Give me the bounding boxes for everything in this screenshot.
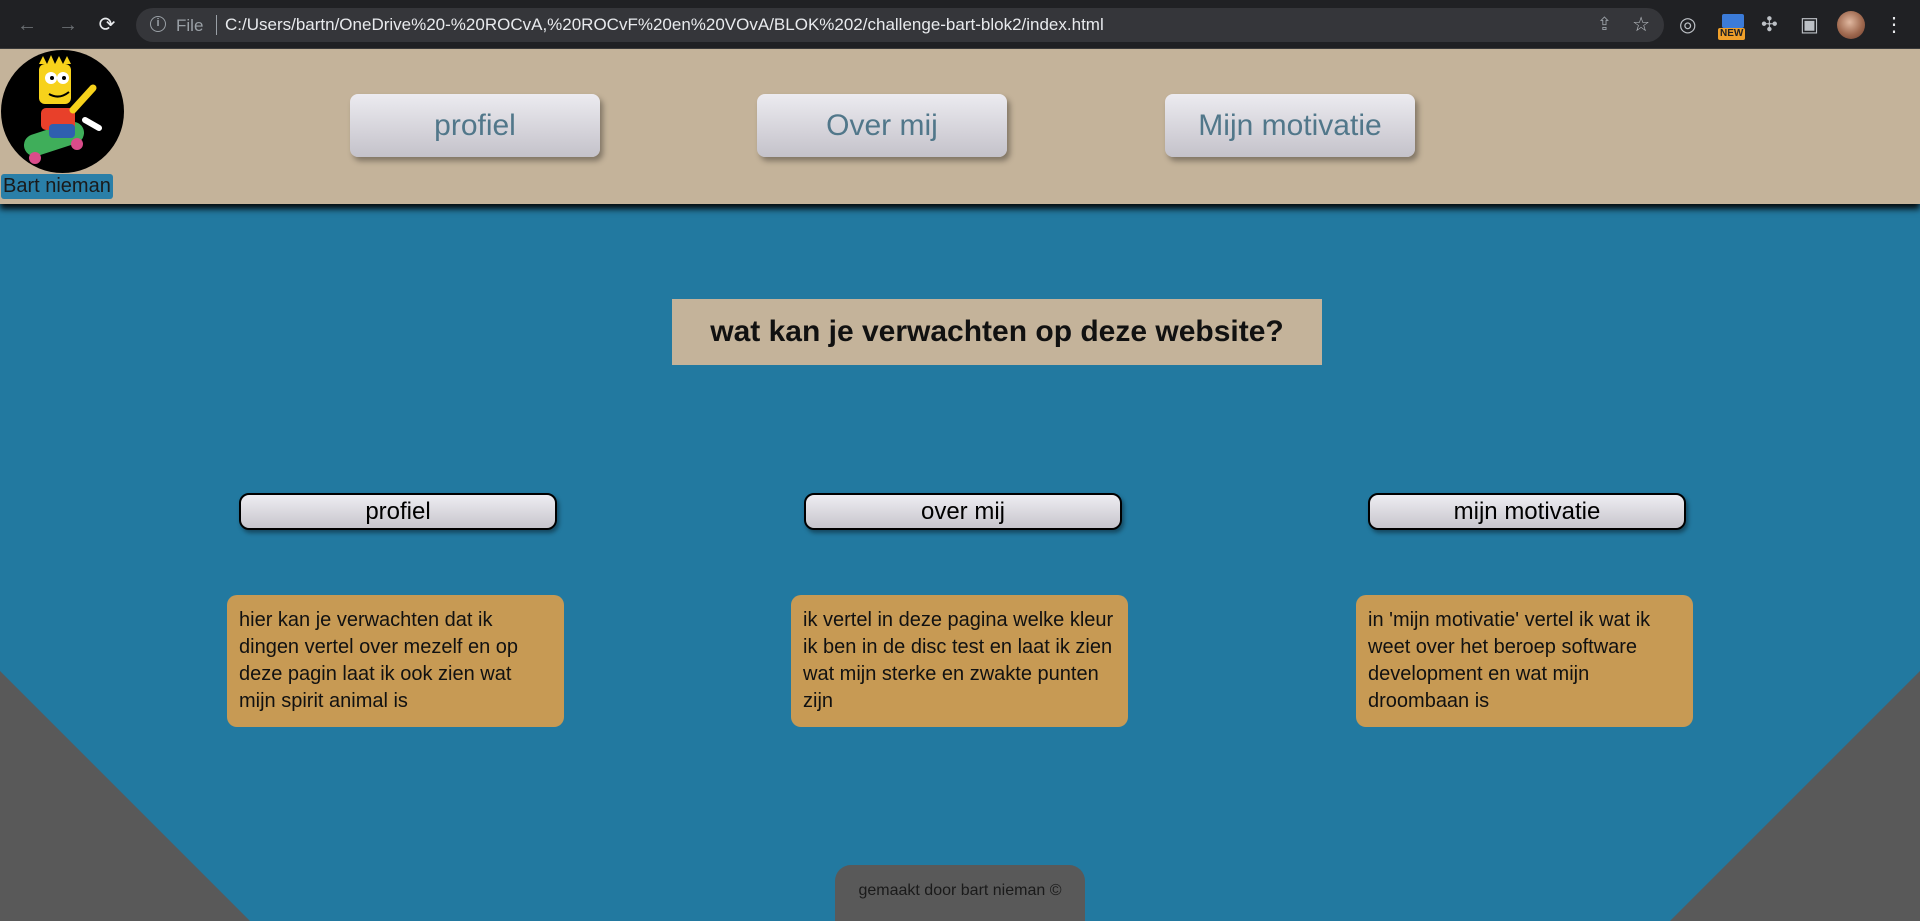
address-bar[interactable]: i File C:/Users/bartn/OneDrive%20-%20ROC… <box>136 8 1664 42</box>
extension-square-icon <box>1722 14 1744 28</box>
card-text-profiel: hier kan je verwachten dat ik dingen ver… <box>227 595 564 727</box>
url-scheme-label: File <box>176 16 204 35</box>
back-arrow-icon[interactable]: ← <box>14 12 40 38</box>
site-footer: gemaakt door bart nieman © <box>835 865 1085 921</box>
card-title-mijn-motivatie[interactable]: mijn motivatie <box>1368 493 1686 530</box>
reload-icon[interactable]: ⟳ <box>94 12 120 38</box>
left-corner-decoration <box>0 671 250 921</box>
profile-avatar[interactable] <box>1837 11 1865 39</box>
extension-new-icon[interactable]: NEW <box>1716 12 1750 42</box>
page-heading: wat kan je verwachten op deze website? <box>672 299 1322 365</box>
forward-arrow-icon[interactable]: → <box>55 12 81 38</box>
side-panel-icon[interactable]: ▣ <box>1800 12 1819 38</box>
extensions-puzzle-icon[interactable]: ✣ <box>1761 12 1778 38</box>
reading-mode-icon[interactable]: ◎ <box>1679 12 1696 38</box>
bart-simpson-logo-icon <box>1 50 124 173</box>
share-icon[interactable]: ⇪ <box>1597 14 1612 35</box>
kebab-menu-icon[interactable]: ⋮ <box>1884 12 1904 38</box>
new-badge: NEW <box>1718 28 1746 40</box>
card-text-mijn-motivatie: in 'mijn motivatie' vertel ik wat ik wee… <box>1356 595 1693 727</box>
card-text-over-mij: ik vertel in deze pagina welke kleur ik … <box>791 595 1128 727</box>
nav-over-mij-button[interactable]: Over mij <box>757 94 1007 157</box>
info-icon[interactable]: i <box>150 16 166 32</box>
site-header: Bart nieman profiel Over mij Mijn motiva… <box>0 49 1920 204</box>
card-title-profiel[interactable]: profiel <box>239 493 557 530</box>
bookmark-star-icon[interactable]: ☆ <box>1632 12 1650 37</box>
right-corner-decoration <box>1670 671 1920 921</box>
owner-name: Bart nieman <box>1 174 113 199</box>
address-divider <box>216 15 217 35</box>
card-title-over-mij[interactable]: over mij <box>804 493 1122 530</box>
nav-profiel-button[interactable]: profiel <box>350 94 600 157</box>
nav-mijn-motivatie-button[interactable]: Mijn motivatie <box>1165 94 1415 157</box>
browser-toolbar: ← → ⟳ i File C:/Users/bartn/OneDrive%20-… <box>0 0 1920 49</box>
url-text[interactable]: C:/Users/bartn/OneDrive%20-%20ROCvA,%20R… <box>225 15 1104 35</box>
